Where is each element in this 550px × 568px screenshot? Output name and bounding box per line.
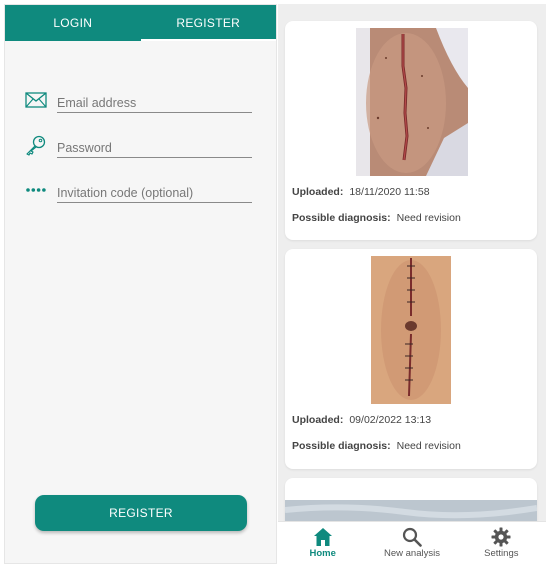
nav-settings[interactable]: Settings	[457, 522, 546, 564]
app-screen: LOGIN REGISTER Email address Invitation …	[0, 0, 550, 568]
wound-photo	[371, 256, 451, 404]
diagnosis-value: Need revision	[396, 212, 461, 224]
uploaded-date: 18/11/2020 11:58	[349, 186, 430, 198]
diagnosis-row: Possible diagnosis: Need revision	[292, 440, 461, 452]
diagnosis-label: Possible diagnosis:	[292, 212, 391, 224]
tab-login[interactable]: LOGIN	[5, 5, 141, 41]
email-field[interactable]	[57, 87, 252, 113]
tab-register[interactable]: REGISTER	[140, 5, 277, 41]
uploaded-row: Uploaded: 09/02/2022 13:13	[292, 414, 431, 426]
diagnosis-label: Possible diagnosis:	[292, 440, 391, 452]
bottom-nav: Home New analysis Settings	[278, 521, 546, 564]
diagnosis-row: Possible diagnosis: Need revision	[292, 212, 461, 224]
register-button[interactable]: REGISTER	[35, 495, 247, 531]
gear-icon	[491, 527, 511, 547]
nav-home-label: Home	[309, 548, 336, 559]
diagnosis-value: Need revision	[396, 440, 461, 452]
search-icon	[402, 527, 422, 547]
home-icon	[313, 528, 332, 546]
nav-new-analysis[interactable]: New analysis	[367, 522, 456, 564]
nav-home[interactable]: Home	[278, 522, 367, 564]
auth-tabs: LOGIN REGISTER	[5, 5, 276, 41]
analysis-card[interactable]: Uploaded: 18/11/2020 11:58 Possible diagn…	[285, 21, 537, 240]
uploaded-label: Uploaded:	[292, 186, 344, 198]
nav-settings-label: Settings	[484, 548, 519, 559]
password-field-group	[25, 132, 253, 160]
uploaded-row: Uploaded: 18/11/2020 11:58	[292, 186, 430, 198]
wound-photo	[356, 28, 468, 176]
dots-icon	[26, 188, 46, 192]
auth-panel: LOGIN REGISTER Email address Invitation …	[4, 4, 277, 564]
invitation-field-group	[25, 177, 253, 205]
password-field[interactable]	[57, 132, 252, 158]
uploaded-date: 09/02/2022 13:13	[349, 414, 432, 426]
uploaded-label: Uploaded:	[292, 414, 344, 426]
email-field-group	[25, 87, 253, 115]
envelope-icon	[25, 92, 47, 108]
key-icon	[26, 135, 46, 156]
nav-new-analysis-label: New analysis	[384, 548, 440, 559]
invitation-code-field[interactable]	[57, 177, 252, 203]
analysis-card[interactable]: Uploaded: 09/02/2022 13:13 Possible diagn…	[285, 249, 537, 469]
feed-panel: Uploaded: 18/11/2020 11:58 Possible diagn…	[278, 4, 546, 564]
